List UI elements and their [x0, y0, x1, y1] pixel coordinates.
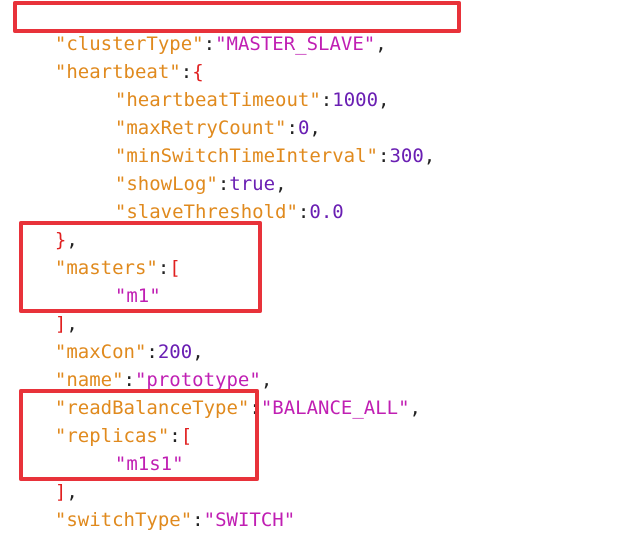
- json-string-value: "MASTER_SLAVE": [215, 33, 376, 55]
- json-colon: :: [192, 509, 204, 531]
- json-comma: ,: [375, 33, 387, 55]
- code-line-slavethreshold: "slaveThreshold":0.0: [92, 170, 344, 223]
- highlight-box-clustertype: [13, 1, 461, 33]
- json-comma: ,: [409, 397, 421, 419]
- json-number-value: 0.0: [309, 201, 344, 223]
- code-line-showlog: "showLog":true,: [92, 142, 287, 195]
- highlight-box-replicas: [19, 389, 259, 481]
- json-comma: ,: [378, 89, 390, 111]
- code-line-heartbeattimeout: "heartbeatTimeout":1000,: [92, 58, 390, 111]
- json-key: "switchType": [54, 509, 193, 531]
- code-line-heartbeat: "heartbeat":{: [32, 30, 204, 83]
- code-line-name: "name":"prototype",: [32, 338, 272, 391]
- code-viewer: { "lines": { "clusterType": { "key": "\"…: [0, 0, 622, 531]
- json-string-value: "BALANCE_ALL": [260, 397, 410, 419]
- code-line-switchtype: "switchType":"SWITCH": [32, 478, 295, 531]
- highlight-box-masters: [19, 221, 262, 313]
- json-number-value: 300: [389, 145, 424, 167]
- json-colon: :: [297, 201, 310, 223]
- json-colon: :: [203, 33, 216, 55]
- code-line-maxcon: "maxCon":200,: [32, 310, 204, 363]
- json-comma: ,: [423, 145, 436, 167]
- json-string-value: "SWITCH": [203, 509, 296, 531]
- json-key: "slaveThreshold": [114, 201, 298, 223]
- json-number-value: 1000: [332, 89, 379, 111]
- json-colon: :: [320, 89, 333, 111]
- json-colon: :: [378, 145, 390, 167]
- code-line-maxretrycount: "maxRetryCount":0,: [92, 86, 321, 139]
- code-line-minswitchtimeinterval: "minSwitchTimeInterval":300,: [92, 114, 435, 167]
